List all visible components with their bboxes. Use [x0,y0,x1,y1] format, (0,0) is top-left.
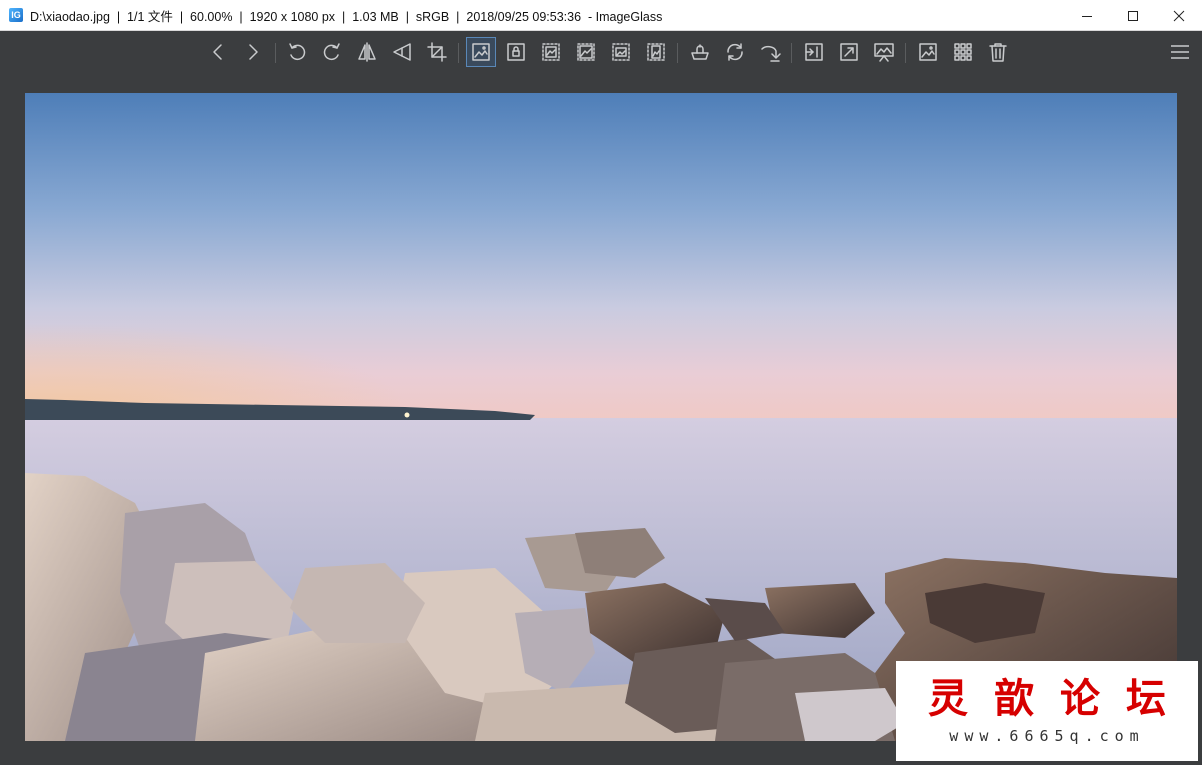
toolbar-separator [458,43,459,63]
crop-button[interactable] [422,37,452,67]
forum-watermark: 灵歆论坛 www.6665q.com [896,661,1198,761]
open-with-icon [691,44,709,60]
toolbar [0,31,1202,73]
close-icon [1173,10,1185,21]
scale-to-fit-button[interactable] [606,37,636,67]
main-menu-icon [1171,45,1189,59]
main-menu-button[interactable] [1168,37,1192,67]
rotate-right-button[interactable] [317,37,347,67]
rotate-left-button[interactable] [282,37,312,67]
toolbar-separator [275,43,276,63]
scale-to-fill-icon [647,43,665,61]
title-bar: IG D:\xiaodao.jpg | 1/1 文件 | 60.00% | 19… [0,0,1202,31]
view-previous-image-icon [213,44,222,60]
checkerboard-grid-icon [954,43,972,61]
scale-to-fit-icon [612,43,630,61]
toolbar-separator [677,43,678,63]
window-title: D:\xiaodao.jpg | 1/1 文件 | 60.00% | 1920 … [30,9,663,24]
slideshow-button[interactable] [869,37,899,67]
flip-horizontal-button[interactable] [352,37,382,67]
delete-button[interactable] [983,37,1013,67]
rotate-left-icon [289,43,306,61]
open-with-button[interactable] [685,37,715,67]
scale-to-fill-button[interactable] [641,37,671,67]
scale-to-width-icon [542,43,560,61]
watermark-title: 灵歆论坛 [928,675,1192,722]
flip-vertical-button[interactable] [387,37,417,67]
scale-to-height-icon [577,43,595,61]
flip-vertical-icon [393,43,411,61]
checkerboard-grid-button[interactable] [948,37,978,67]
view-next-image-button[interactable] [238,37,268,67]
close-button[interactable] [1156,0,1202,31]
maximize-button[interactable] [1110,0,1156,31]
slideshow-icon [874,43,894,62]
watermark-url: www.6665q.com [949,727,1145,745]
view-previous-image-button[interactable] [203,37,233,67]
fullscreen-icon [805,43,823,61]
seascape-photo [25,93,1177,741]
scale-to-width-button[interactable] [536,37,566,67]
maximize-icon [1128,10,1138,21]
crop-icon [427,42,447,62]
go-to-image-button[interactable] [755,37,785,67]
expand-button[interactable] [834,37,864,67]
go-to-image-icon [761,45,781,62]
imageglass-app-icon[interactable]: IG [9,8,23,22]
thumbnail-bar-icon [919,43,937,61]
lock-zoom-ratio-icon [507,43,525,61]
lock-zoom-ratio-button[interactable] [501,37,531,67]
minimize-button[interactable] [1064,0,1110,31]
rotate-right-icon [323,43,340,61]
scale-to-height-button[interactable] [571,37,601,67]
minimize-icon [1082,15,1092,17]
auto-zoom-button[interactable] [466,37,496,67]
view-next-image-icon [249,44,258,60]
refresh-button[interactable] [720,37,750,67]
delete-icon [989,43,1007,62]
auto-zoom-icon [472,43,490,61]
thumbnail-bar-button[interactable] [913,37,943,67]
toolbar-separator [905,43,906,63]
fullscreen-button[interactable] [799,37,829,67]
flip-horizontal-icon [358,42,376,62]
expand-icon [840,43,858,61]
refresh-icon [727,43,743,61]
toolbar-separator [791,43,792,63]
window-controls [1064,0,1202,31]
